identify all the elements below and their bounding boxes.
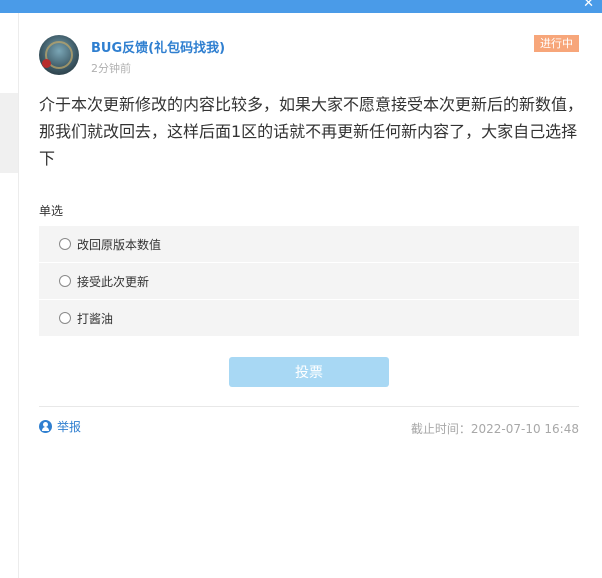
window-titlebar: ✕: [0, 0, 602, 13]
report-link[interactable]: 举报: [39, 418, 81, 435]
post-panel: BUG反馈(礼包码找我) 2分钟前 进行中 介于本次更新修改的内容比较多，如果大…: [18, 13, 602, 578]
poll-option[interactable]: 打酱油: [39, 300, 579, 336]
left-sidebar-strip: [0, 13, 18, 578]
deadline-text: 截止时间：2022-07-10 16:48: [410, 422, 579, 436]
radio-button[interactable]: [59, 275, 71, 287]
user-report-icon: [39, 420, 52, 433]
report-label: 举报: [57, 420, 82, 434]
avatar-badge: [42, 59, 51, 68]
poll-option-label: 打酱油: [77, 311, 114, 326]
avatar[interactable]: [39, 35, 79, 75]
author-name[interactable]: BUG反馈(礼包码找我): [91, 37, 225, 56]
post-time: 2分钟前: [91, 62, 131, 75]
vote-button[interactable]: 投票: [229, 357, 389, 387]
divider: [39, 406, 579, 407]
radio-button[interactable]: [59, 312, 71, 324]
poll-option[interactable]: 改回原版本数值: [39, 226, 579, 262]
status-badge: 进行中: [534, 35, 579, 52]
poll-type-label: 单选: [39, 204, 64, 218]
poll-option-label: 接受此次更新: [77, 274, 150, 289]
post-content: 介于本次更新修改的内容比较多，如果大家不愿意接受本次更新后的新数值，那我们就改回…: [39, 95, 584, 168]
close-icon[interactable]: ✕: [583, 0, 594, 10]
poll-options: 改回原版本数值 接受此次更新 打酱油: [39, 226, 579, 337]
poll-option-label: 改回原版本数值: [77, 237, 162, 252]
sidebar-highlight: [0, 93, 18, 173]
poll-option[interactable]: 接受此次更新: [39, 263, 579, 299]
radio-button[interactable]: [59, 238, 71, 250]
